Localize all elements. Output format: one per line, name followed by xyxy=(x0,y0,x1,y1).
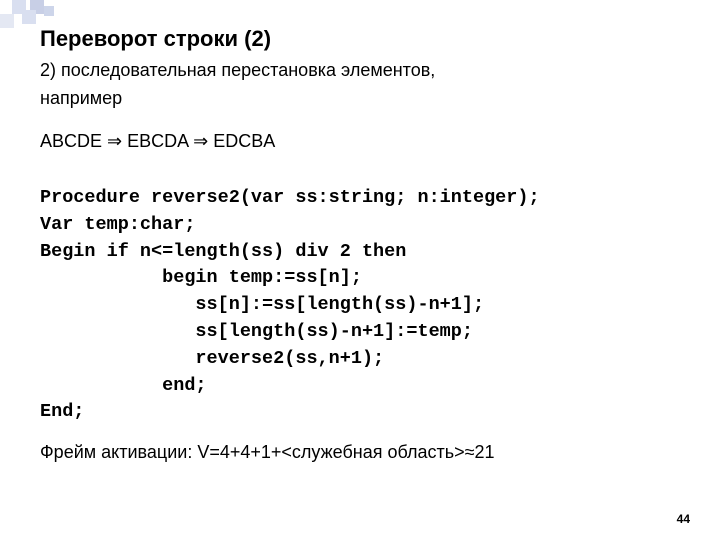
example-line: ABCDE ⇒ EBCDA ⇒ EDCBA xyxy=(40,129,690,153)
slide-title: Переворот строки (2) xyxy=(40,26,690,52)
frame-activation: Фрейм активации: V=4+4+1+<служебная обла… xyxy=(40,440,690,464)
frame-text: Фрейм активации: V=4+4+1+<служебная обла… xyxy=(40,440,690,464)
slide-content: Переворот строки (2) 2) последовательная… xyxy=(40,26,690,469)
code-block: Procedure reverse2(var ss:string; n:inte… xyxy=(40,185,690,426)
intro-line-1: 2) последовательная перестановка элемент… xyxy=(40,58,690,82)
intro-line-2: например xyxy=(40,86,690,110)
example-text: ABCDE ⇒ EBCDA ⇒ EDCBA xyxy=(40,129,690,153)
intro-text: 2) последовательная перестановка элемент… xyxy=(40,58,690,111)
page-number: 44 xyxy=(677,512,690,526)
